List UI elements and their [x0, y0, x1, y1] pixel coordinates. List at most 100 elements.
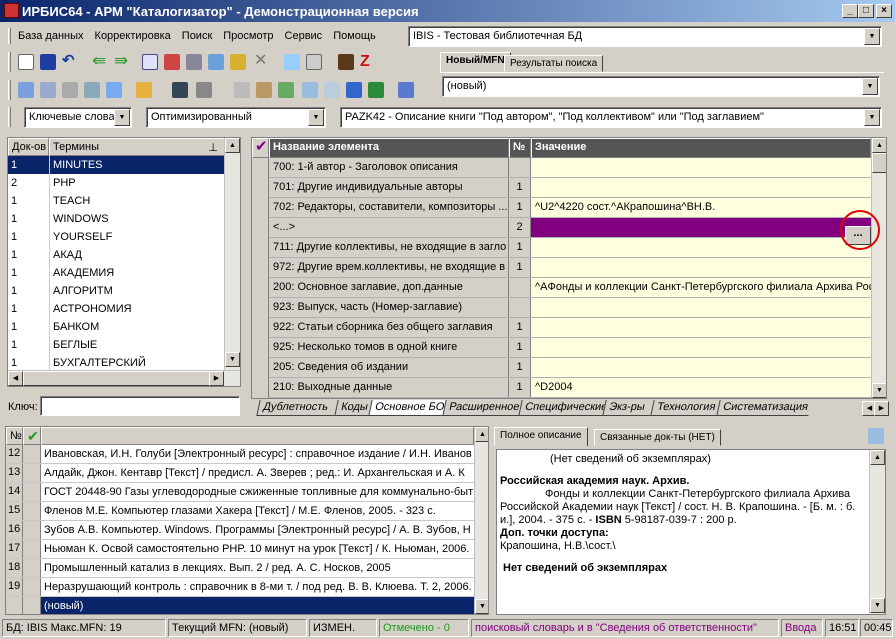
chat-icon[interactable] [40, 82, 56, 98]
element-value[interactable] [531, 178, 871, 197]
dictionary-row[interactable]: 1 АСТРОНОМИЯ [8, 300, 224, 318]
menu-database[interactable]: База данных [18, 30, 84, 42]
search-mode-select[interactable]: Ключевые слова ▼ [24, 107, 132, 128]
chevron-down-icon[interactable]: ▼ [114, 109, 130, 126]
editor-row[interactable]: 702: Редакторы, составители, композиторы… [252, 198, 871, 218]
scroll-left-icon[interactable]: ◀ [8, 371, 23, 386]
settings-icon[interactable] [398, 82, 414, 98]
bottom-tab[interactable]: Коды [334, 400, 372, 416]
bottom-tab[interactable]: Основное БО [368, 400, 446, 416]
dictionary-row[interactable]: 1 АКАДЕМИЯ [8, 264, 224, 282]
database-select[interactable]: IBIS - Тестовая библиотечная БД ▼ [408, 26, 882, 47]
close-button[interactable]: × [876, 4, 892, 18]
library-icon[interactable] [338, 54, 354, 70]
save-icon[interactable] [40, 54, 56, 70]
copy-icon[interactable] [302, 82, 318, 98]
record-check[interactable] [23, 559, 41, 577]
new-doc-icon[interactable] [18, 54, 34, 70]
key-input[interactable] [40, 396, 240, 416]
check-icon[interactable]: ✔ [252, 138, 269, 158]
record-check[interactable] [23, 597, 41, 614]
menu-view[interactable]: Просмотр [223, 30, 273, 42]
record-check[interactable] [23, 521, 41, 539]
export-icon[interactable] [306, 54, 322, 70]
binoculars-icon[interactable] [172, 82, 188, 98]
dictionary-row[interactable]: 1 АЛГОРИТМ [8, 282, 224, 300]
record-check[interactable] [23, 502, 41, 520]
dictionary-row[interactable]: 1 MINUTES [8, 156, 224, 174]
print-icon[interactable] [234, 82, 250, 98]
scroll-up-icon[interactable]: ▲ [872, 138, 886, 153]
record-check[interactable] [23, 540, 41, 558]
scroll-down-icon[interactable]: ▼ [475, 599, 488, 614]
col-element-name[interactable]: Название элемента [269, 138, 509, 158]
editor-row[interactable]: 972: Другие врем.коллективы, не входящие… [252, 258, 871, 278]
dictionary-row[interactable]: 1 АКАД [8, 246, 224, 264]
editor-row[interactable]: 205: Сведения об издании 1 [252, 358, 871, 378]
chevron-down-icon[interactable]: ▼ [862, 78, 878, 95]
menu-search[interactable]: Поиск [182, 30, 212, 42]
pin-icon[interactable]: ⊥ [208, 141, 218, 154]
menu-edit[interactable]: Корректировка [95, 30, 171, 42]
scroll-down-icon[interactable]: ▼ [870, 598, 885, 613]
record-row[interactable]: 17 Ньюман К. Освой самостоятельно PHP. 10… [6, 540, 474, 559]
dictionary-row[interactable]: 1 БАНКОМ [8, 318, 224, 336]
scroll-down-icon[interactable]: ▼ [872, 383, 886, 398]
folder-icon[interactable] [196, 82, 212, 98]
editor-row[interactable]: 701: Другие индивидуальные авторы 1 [252, 178, 871, 198]
editor-row[interactable]: 200: Основное заглавие, доп.данные ^AФонд… [252, 278, 871, 298]
record-row[interactable]: 14 ГОСТ 20448-90 Газы углеводородные сжиж… [6, 483, 474, 502]
menu-help[interactable]: Помощь [333, 30, 376, 42]
worksheet-select[interactable]: PAZK42 - Описание книги "Под автором", "… [340, 107, 882, 128]
element-value[interactable] [531, 258, 871, 277]
element-value[interactable] [531, 318, 871, 337]
z3950-icon[interactable]: Z [360, 54, 376, 70]
editor-row[interactable]: 923: Выпуск, часть (Номер-заглавие) [252, 298, 871, 318]
hand-icon[interactable] [136, 82, 152, 98]
dictionary-row[interactable]: 1 TEACH [8, 192, 224, 210]
record-row[interactable]: 15 Фленов М.Е. Компьютер глазами Хакера [… [6, 502, 474, 521]
word-icon[interactable] [346, 82, 362, 98]
report-icon[interactable] [278, 82, 294, 98]
record-row[interactable]: (новый) [6, 597, 474, 614]
col-terms[interactable]: Термины ⊥ [49, 138, 225, 156]
stamp-icon[interactable] [186, 54, 202, 70]
delete-icon[interactable]: ✕ [254, 53, 270, 70]
col-rec-num[interactable]: № [6, 427, 23, 445]
scroll-up-icon[interactable]: ▲ [870, 450, 885, 465]
editor-row[interactable]: 922: Статьи сборника без общего заглавия… [252, 318, 871, 338]
undo-icon[interactable]: ↶ [62, 53, 78, 70]
editor-row[interactable]: 210: Выходные данные 1 ^D2004 [252, 378, 871, 398]
scroll-right-icon[interactable]: ▶ [209, 371, 224, 386]
record-check[interactable] [23, 445, 41, 463]
search-doc-icon[interactable] [18, 82, 34, 98]
records-vscroll[interactable]: ▲ ▼ [474, 427, 488, 614]
element-value[interactable]: ^D2004 [531, 378, 871, 397]
element-value[interactable] [531, 238, 871, 257]
bottom-tab[interactable]: Расширенное [442, 400, 522, 416]
paste-icon[interactable] [324, 82, 340, 98]
element-value[interactable] [531, 158, 871, 177]
bottom-tab[interactable]: Технология [650, 400, 720, 416]
print-preview-icon[interactable] [256, 82, 272, 98]
editor-row[interactable]: 700: 1-й автор - Заголовок описания [252, 158, 871, 178]
scroll-up-icon[interactable]: ▲ [225, 138, 240, 153]
find-icon[interactable] [84, 82, 100, 98]
dictionary-row[interactable]: 1 YOURSELF [8, 228, 224, 246]
chevron-down-icon[interactable]: ▼ [864, 28, 880, 45]
edit-pencil-icon[interactable] [230, 54, 246, 70]
grid-icon[interactable] [164, 54, 180, 70]
editor-row[interactable]: <...> 2 [252, 218, 871, 238]
copy-record-icon[interactable] [142, 54, 158, 70]
dictionary-row[interactable]: 2 PHP [8, 174, 224, 192]
record-check[interactable] [23, 483, 41, 501]
mail-icon[interactable] [62, 82, 78, 98]
last-record-icon[interactable]: ⇛ [114, 52, 130, 70]
element-value[interactable]: ^AФонды и коллекции Санкт-Петербургского… [531, 278, 871, 297]
editor-row[interactable]: 711: Другие коллективы, не входящие в за… [252, 238, 871, 258]
bottom-tab[interactable]: Экз-ры [602, 400, 654, 416]
record-row[interactable]: 18 Промышленный катализ в лекциях. Вып. 2… [6, 559, 474, 578]
tree-icon[interactable] [208, 54, 224, 70]
scroll-up-icon[interactable]: ▲ [475, 427, 488, 442]
tabs-scroll-right-icon[interactable]: ▶ [874, 401, 889, 416]
